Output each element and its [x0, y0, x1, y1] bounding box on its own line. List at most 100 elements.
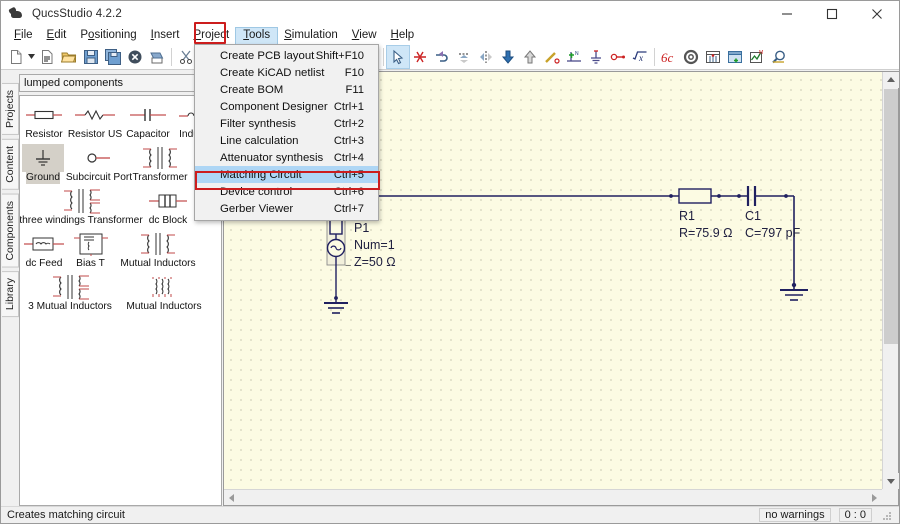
save-icon[interactable] [80, 46, 102, 68]
menu-item-device-control[interactable]: Device control Ctrl+6 [195, 183, 378, 200]
rotate-icon[interactable] [431, 46, 453, 68]
menu-project[interactable]: Project [186, 28, 236, 44]
menu-insert[interactable]: Insert [144, 28, 187, 44]
simulate-icon[interactable]: M [746, 46, 768, 68]
scroll-left-icon[interactable] [224, 490, 240, 506]
scroll-right-icon[interactable] [866, 490, 882, 506]
scroll-up-icon[interactable] [883, 72, 899, 88]
component-dc-feed[interactable]: dc Feed [20, 229, 68, 270]
mirror-x-icon[interactable] [453, 46, 475, 68]
new-document-icon[interactable] [5, 46, 27, 68]
open-folder-icon[interactable] [58, 46, 80, 68]
mirror-y-icon[interactable] [475, 46, 497, 68]
component-category-combobox[interactable]: lumped components [19, 74, 222, 92]
component-label: three windings Transformer [19, 215, 143, 226]
dropdown-caret-icon[interactable] [27, 46, 36, 68]
magnifier-icon[interactable] [768, 46, 790, 68]
menu-item-create-kicad-netlist[interactable]: Create KiCAD netlist F10 [195, 64, 378, 81]
bias-t-icon [70, 230, 111, 258]
menu-help[interactable]: Help [384, 28, 422, 44]
svg-text:6c: 6c [661, 50, 674, 65]
status-message: Creates matching circuit [7, 509, 125, 521]
move-up-icon[interactable] [519, 46, 541, 68]
wire-label-icon[interactable]: N [563, 46, 585, 68]
minimize-icon[interactable] [764, 1, 809, 27]
close-document-icon[interactable] [124, 46, 146, 68]
dc-feed-icon [22, 230, 66, 258]
scroll-down-icon[interactable] [883, 473, 899, 489]
status-bar: Creates matching circuit no warnings 0 :… [1, 506, 899, 523]
maximize-icon[interactable] [809, 1, 854, 27]
new-text-document-icon[interactable] [36, 46, 58, 68]
component-label: Transformer [132, 172, 188, 183]
component-row: 3 Mutual Inductors Mutual Inductors [20, 272, 221, 315]
sidebar-tab-components[interactable]: Components [2, 193, 19, 268]
port-icon[interactable] [607, 46, 629, 68]
component-mutual-inductors-coil[interactable]: Mutual Inductors [120, 272, 208, 313]
menu-item-shortcut: Shift+F10 [315, 49, 364, 62]
tools-dropdown-menu[interactable]: Create PCB layout Shift+F10 Create KiCAD… [194, 44, 380, 221]
component-bias-t[interactable]: Bias T [68, 229, 113, 270]
component-label: Ground [26, 172, 60, 184]
new-window-icon[interactable] [724, 46, 746, 68]
window-title: QucsStudio 4.2.2 [32, 8, 122, 20]
wire-junctions [334, 194, 797, 300]
svg-text:N: N [575, 51, 579, 57]
sidebar-tab-library[interactable]: Library [2, 271, 19, 318]
select-arrow-icon[interactable] [386, 44, 410, 69]
component-three-mutual-inductors[interactable]: 3 Mutual Inductors [20, 272, 120, 313]
menu-item-component-designer[interactable]: Component Designer Ctrl+1 [195, 98, 378, 115]
menu-item-attenuator-synthesis[interactable]: Attenuator synthesis Ctrl+4 [195, 149, 378, 166]
sidebar-tab-projects[interactable]: Projects [2, 83, 19, 135]
vertical-scroll-thumb[interactable] [884, 89, 898, 344]
menu-view[interactable]: View [345, 28, 384, 44]
equation-icon[interactable]: x [629, 46, 651, 68]
menu-item-line-calculation[interactable]: Line calculation Ctrl+3 [195, 132, 378, 149]
component-row: dc Feed Bias T Mutual Inductors [20, 229, 221, 272]
menu-item-gerber-viewer[interactable]: Gerber Viewer Ctrl+7 [195, 200, 378, 217]
component-list[interactable]: Resistor Resistor US Capacitor Ground Su… [19, 95, 222, 506]
resize-grip-icon[interactable] [880, 509, 893, 522]
component-row: three windings Transformer dc Block [20, 186, 221, 229]
component-mutual-inductors[interactable]: Mutual Inductors [113, 229, 203, 270]
menu-simulation[interactable]: Simulation [277, 28, 345, 44]
component-ground[interactable]: Ground [20, 143, 66, 184]
component-resistor[interactable]: Resistor [20, 100, 68, 141]
menu-item-create-bom[interactable]: Create BOM F11 [195, 81, 378, 98]
resistor-r1-value: R=75.9 Ω [679, 226, 732, 240]
menu-item-shortcut: Ctrl+6 [333, 185, 364, 198]
canvas-vertical-scrollbar[interactable] [882, 72, 899, 489]
move-down-icon[interactable] [497, 46, 519, 68]
component-transformer[interactable]: Transformer [132, 143, 188, 184]
capacitor-c1-value: C=797 pF [745, 226, 801, 240]
ground-icon[interactable] [585, 46, 607, 68]
menu-positioning[interactable]: Positioning [73, 28, 143, 44]
print-icon[interactable] [146, 46, 168, 68]
port-p1-num: Num=1 [354, 238, 395, 252]
menu-file[interactable]: File [7, 28, 40, 44]
canvas-horizontal-scrollbar[interactable] [224, 489, 882, 505]
settings-icon[interactable] [680, 46, 702, 68]
component-three-winding-transformer[interactable]: three windings Transformer [19, 186, 143, 227]
menu-edit[interactable]: Edit [40, 28, 74, 44]
component-capacitor[interactable]: Capacitor [122, 100, 174, 141]
menu-item-label: Filter synthesis [220, 117, 296, 130]
diagram-icon[interactable] [702, 46, 724, 68]
close-icon[interactable] [854, 1, 899, 27]
component-subcircuit-port[interactable]: Subcircuit Port [66, 143, 132, 184]
menu-item-label: Line calculation [220, 134, 299, 147]
menu-item-matching-circuit[interactable]: Matching Circuit Ctrl+5 [195, 166, 378, 183]
save-all-icon[interactable] [102, 46, 124, 68]
menu-item-shortcut: Ctrl+4 [333, 151, 364, 164]
menu-item-create-pcb-layout[interactable]: Create PCB layout Shift+F10 [195, 47, 378, 64]
marker-icon[interactable]: 6c [658, 46, 680, 68]
delete-wire-icon[interactable] [409, 46, 431, 68]
wire-icon[interactable] [541, 46, 563, 68]
menu-tools[interactable]: Tools [235, 26, 279, 45]
menu-item-filter-synthesis[interactable]: Filter synthesis Ctrl+2 [195, 115, 378, 132]
title-bar: QucsStudio 4.2.2 [1, 1, 899, 27]
status-warnings: no warnings [759, 508, 831, 522]
component-resistor-us[interactable]: Resistor US [68, 100, 122, 141]
component-dc-block[interactable]: dc Block [142, 186, 194, 227]
sidebar-tab-content[interactable]: Content [2, 138, 19, 190]
